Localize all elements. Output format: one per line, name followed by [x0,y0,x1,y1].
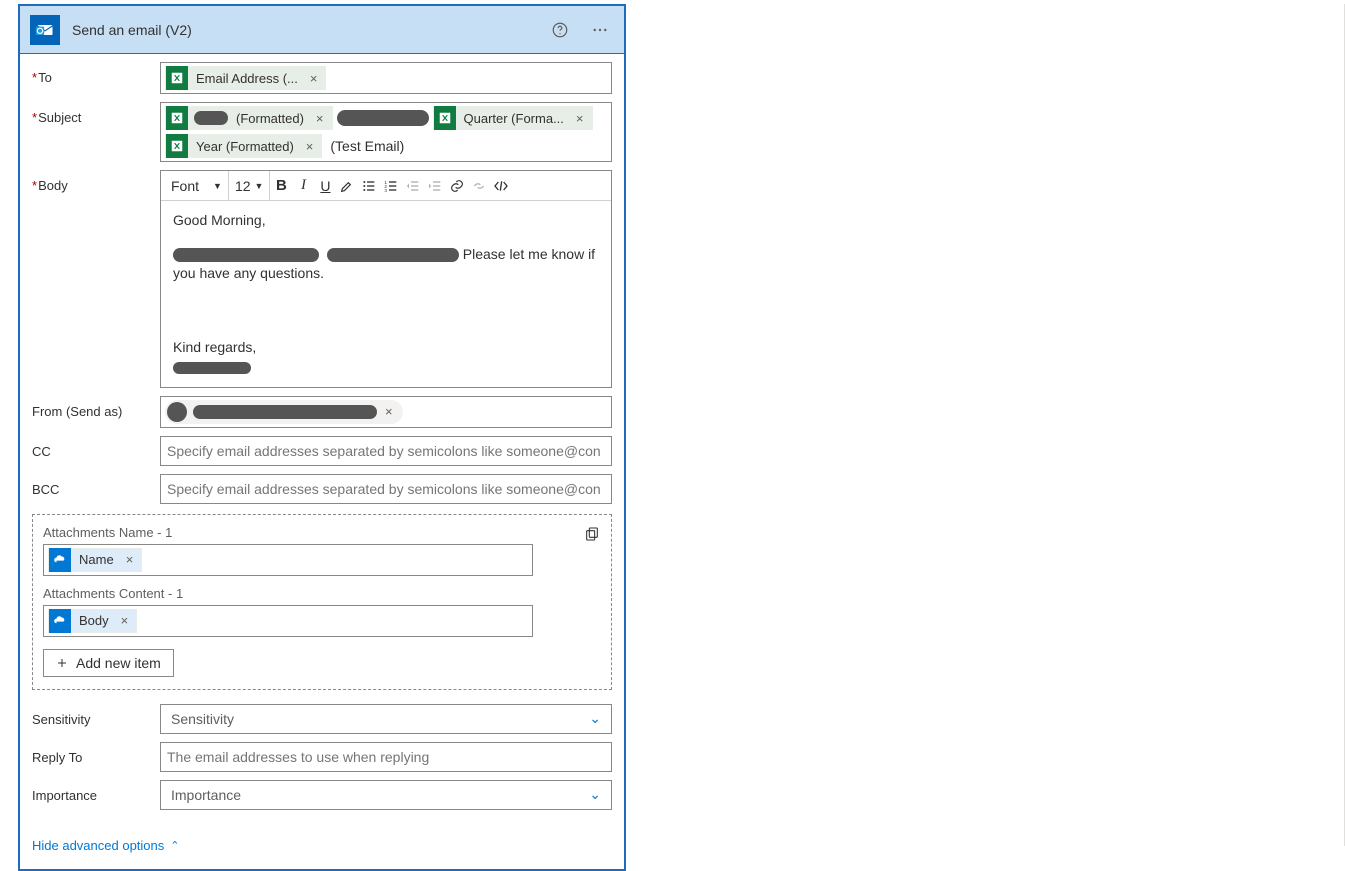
excel-icon [166,134,188,158]
to-input[interactable]: Email Address (... × [160,62,612,94]
more-icon[interactable] [586,16,614,44]
redacted-text [193,405,377,419]
unlink-button[interactable] [468,175,490,197]
font-picker[interactable]: Font▼ [165,171,229,200]
chip-remove-icon[interactable]: × [302,139,318,154]
attachments-content-label: Attachments Content - 1 [43,586,601,601]
chip-remove-icon[interactable]: × [122,552,138,567]
body-line: Please let me know if you have any quest… [173,245,599,284]
font-size-picker[interactable]: 12▼ [229,171,271,200]
svg-text:3: 3 [385,188,388,193]
body-label: Body [32,170,160,193]
hide-advanced-options-link[interactable]: Hide advanced options ⌃ [32,838,179,853]
redacted-text [173,248,319,262]
outlook-icon [30,15,60,45]
code-view-button[interactable] [490,175,512,197]
subject-literal-text: (Test Email) [326,138,408,154]
from-label: From (Send as) [32,396,160,419]
card-header: Send an email (V2) [20,6,624,54]
avatar [167,402,187,422]
cc-label: CC [32,436,160,459]
switch-to-array-icon[interactable] [581,523,603,545]
chip-label: Quarter (Forma... [462,111,566,126]
body-line: Good Morning, [173,211,599,231]
attachments-name-input[interactable]: Name × [43,544,533,576]
chip-remove-icon[interactable]: × [117,613,133,628]
chip-label: Year (Formatted) [194,139,296,154]
attachments-name-label: Attachments Name - 1 [43,525,601,540]
bcc-input[interactable] [160,474,612,504]
reply-to-label: Reply To [32,742,160,765]
reply-to-text-input[interactable] [161,745,611,769]
redacted-signature [173,362,251,374]
chevron-up-icon: ⌃ [170,839,179,852]
attachments-panel: Attachments Name - 1 Name × Attachments … [32,514,612,690]
onedrive-icon [49,609,71,633]
editor-toolbar: Font▼ 12▼ B I U 123 [161,171,611,201]
body-editor: Font▼ 12▼ B I U 123 [160,170,612,388]
underline-button[interactable]: U [314,175,336,197]
token-chip-name[interactable]: Name × [48,548,142,572]
chevron-down-icon: ▼ [255,181,264,191]
body-textarea[interactable]: Good Morning, Please let me know if you … [161,201,611,387]
chip-label: Body [77,613,111,628]
excel-icon [434,106,456,130]
chevron-down-icon: ▼ [213,181,222,191]
redacted-text [337,110,429,126]
to-label: To [32,62,160,85]
card-title: Send an email (V2) [72,22,534,38]
help-icon[interactable] [546,16,574,44]
token-chip-year[interactable]: Year (Formatted) × [165,134,322,158]
chip-remove-icon[interactable]: × [306,71,322,86]
chip-remove-icon[interactable]: × [383,404,395,419]
chip-label: Email Address (... [194,71,300,86]
importance-select[interactable]: Importance ⌄ [160,780,612,810]
token-chip-body[interactable]: Body × [48,609,137,633]
cc-input[interactable] [160,436,612,466]
add-new-item-button[interactable]: Add new item [43,649,174,677]
italic-button[interactable]: I [292,175,314,197]
chevron-down-icon: ⌄ [589,786,601,803]
chip-label: (Formatted) [234,111,306,126]
indent-button[interactable] [424,175,446,197]
attachments-content-input[interactable]: Body × [43,605,533,637]
bullet-list-button[interactable] [358,175,380,197]
sensitivity-label: Sensitivity [32,704,160,727]
subject-input[interactable]: (Formatted) × Quarter (Forma... × Year (… [160,102,612,162]
excel-icon [166,66,188,90]
sensitivity-select[interactable]: Sensitivity ⌄ [160,704,612,734]
bold-button[interactable]: B [270,175,292,197]
excel-icon [166,106,188,130]
chip-remove-icon[interactable]: × [312,111,328,126]
person-chip[interactable]: × [165,400,403,424]
importance-label: Importance [32,780,160,803]
highlight-button[interactable] [336,175,358,197]
chip-remove-icon[interactable]: × [572,111,588,126]
reply-to-input[interactable] [160,742,612,772]
cc-text-input[interactable] [161,439,611,463]
action-card-send-email: Send an email (V2) To Email Address (...… [18,4,626,871]
token-chip-quarter[interactable]: Quarter (Forma... × [433,106,593,130]
outdent-button[interactable] [402,175,424,197]
subject-label: Subject [32,102,160,125]
token-chip-email-address[interactable]: Email Address (... × [165,66,326,90]
chevron-down-icon: ⌄ [589,710,601,727]
link-button[interactable] [446,175,468,197]
chip-label: Name [77,552,116,567]
redacted-text [194,111,228,125]
token-chip-formatted-1[interactable]: (Formatted) × [165,106,333,130]
redacted-text [327,248,459,262]
body-line: Kind regards, [173,338,599,358]
from-input[interactable]: × [160,396,612,428]
bcc-text-input[interactable] [161,477,611,501]
number-list-button[interactable]: 123 [380,175,402,197]
onedrive-icon [49,548,71,572]
bcc-label: BCC [32,474,160,497]
